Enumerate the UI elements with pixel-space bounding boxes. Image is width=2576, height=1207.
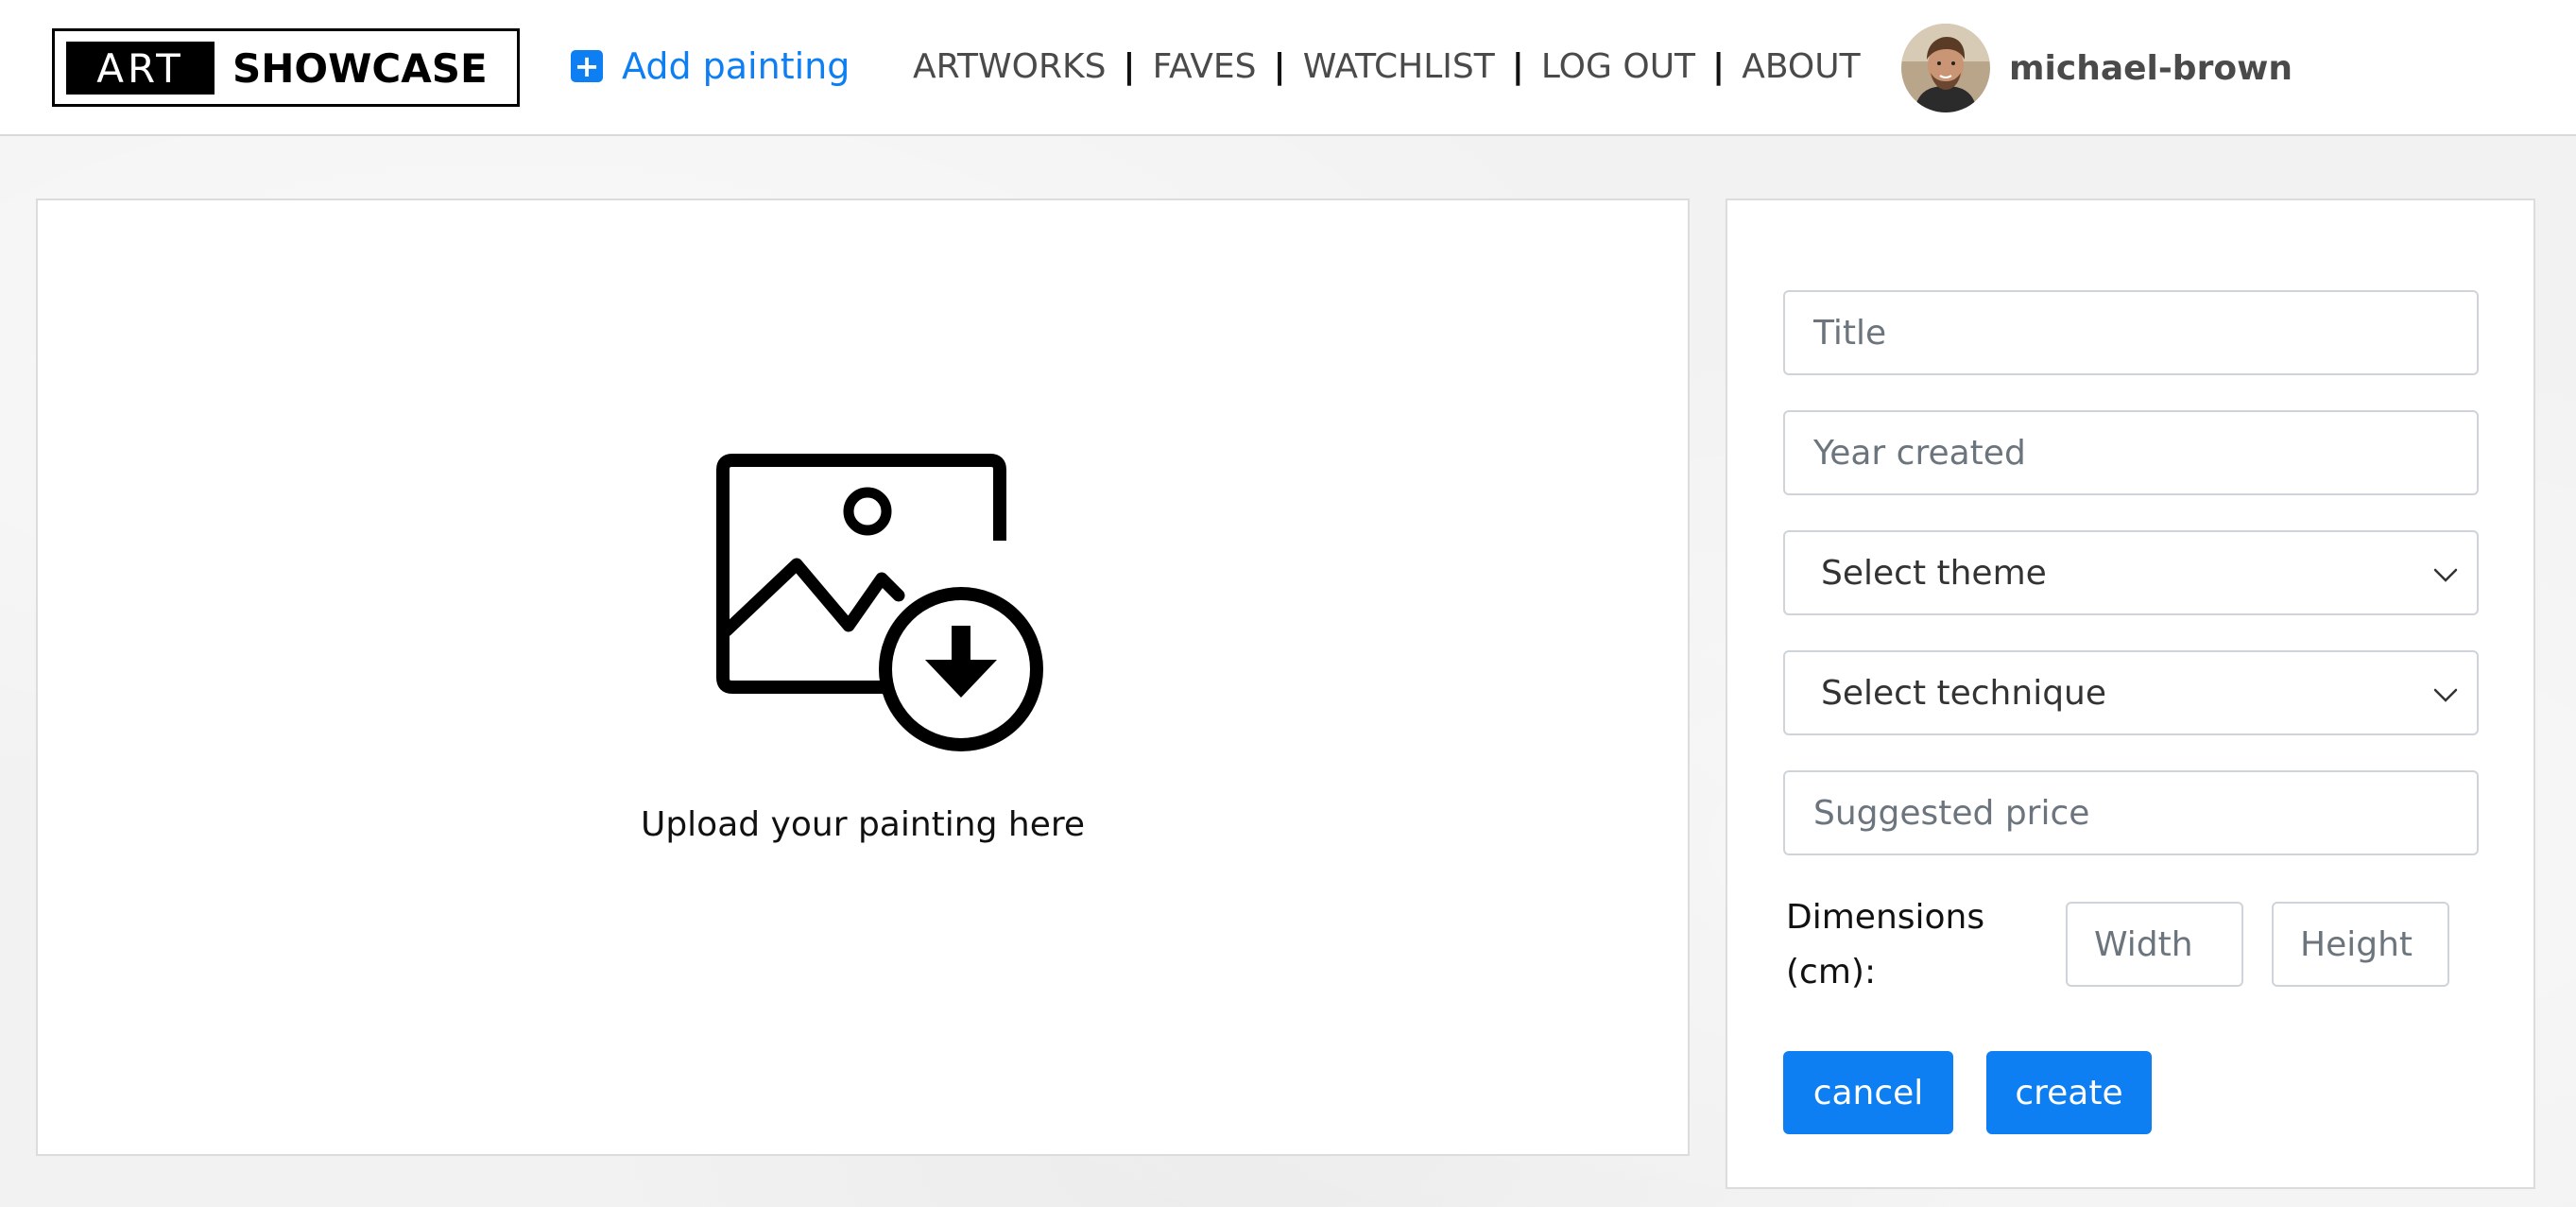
nav-separator: | [1712,46,1726,86]
theme-select-value: Select theme [1821,553,2047,593]
nav-link-faves[interactable]: FAVES [1153,47,1257,86]
year-field[interactable] [1783,410,2479,495]
width-field[interactable] [2066,902,2243,987]
price-field[interactable] [1783,770,2479,855]
upload-instruction: Upload your painting here [640,805,1086,844]
upload-dropzone[interactable]: Upload your painting here [36,198,1690,1156]
navbar: ART SHOWCASE + Add painting ARTWORKS | F… [0,0,2576,136]
logo-showcase-text: SHOWCASE [232,44,488,92]
logo-art-text: ART [66,42,215,95]
width-input[interactable] [2094,904,2241,985]
username[interactable]: michael-brown [2009,49,2293,88]
year-input[interactable] [1813,412,2477,493]
price-input[interactable] [1813,772,2477,854]
avatar[interactable] [1901,24,1990,112]
theme-select[interactable]: Select theme [1783,530,2479,615]
add-painting-link[interactable]: + Add painting [571,40,850,93]
title-input[interactable] [1813,292,2477,373]
nav-link-about[interactable]: ABOUT [1742,47,1860,86]
nav-separator: | [1123,46,1136,86]
technique-select-value: Select technique [1821,673,2107,713]
nav-separator: | [1511,46,1524,86]
create-button[interactable]: create [1986,1051,2152,1134]
technique-select[interactable]: Select technique [1783,650,2479,735]
add-painting-label: Add painting [622,45,850,87]
brand-logo[interactable]: ART SHOWCASE [52,28,520,107]
height-field[interactable] [2272,902,2449,987]
cancel-button[interactable]: cancel [1783,1051,1953,1134]
title-field[interactable] [1783,290,2479,375]
image-download-icon [693,437,1076,758]
user-profile[interactable]: michael-brown [1901,23,2293,113]
dimensions-label: Dimensions (cm): [1786,898,1985,991]
chevron-down-icon [2433,688,2458,702]
main-nav: ARTWORKS | FAVES | WATCHLIST | LOG OUT |… [913,40,1861,93]
nav-link-watchlist[interactable]: WATCHLIST [1303,47,1495,86]
plus-square-icon: + [571,50,603,82]
nav-separator: | [1273,46,1286,86]
nav-link-artworks[interactable]: ARTWORKS [913,47,1106,86]
painting-form: Select theme Select technique Dimensions… [1726,198,2535,1189]
nav-link-logout[interactable]: LOG OUT [1541,47,1695,86]
height-input[interactable] [2300,904,2447,985]
chevron-down-icon [2433,568,2458,582]
